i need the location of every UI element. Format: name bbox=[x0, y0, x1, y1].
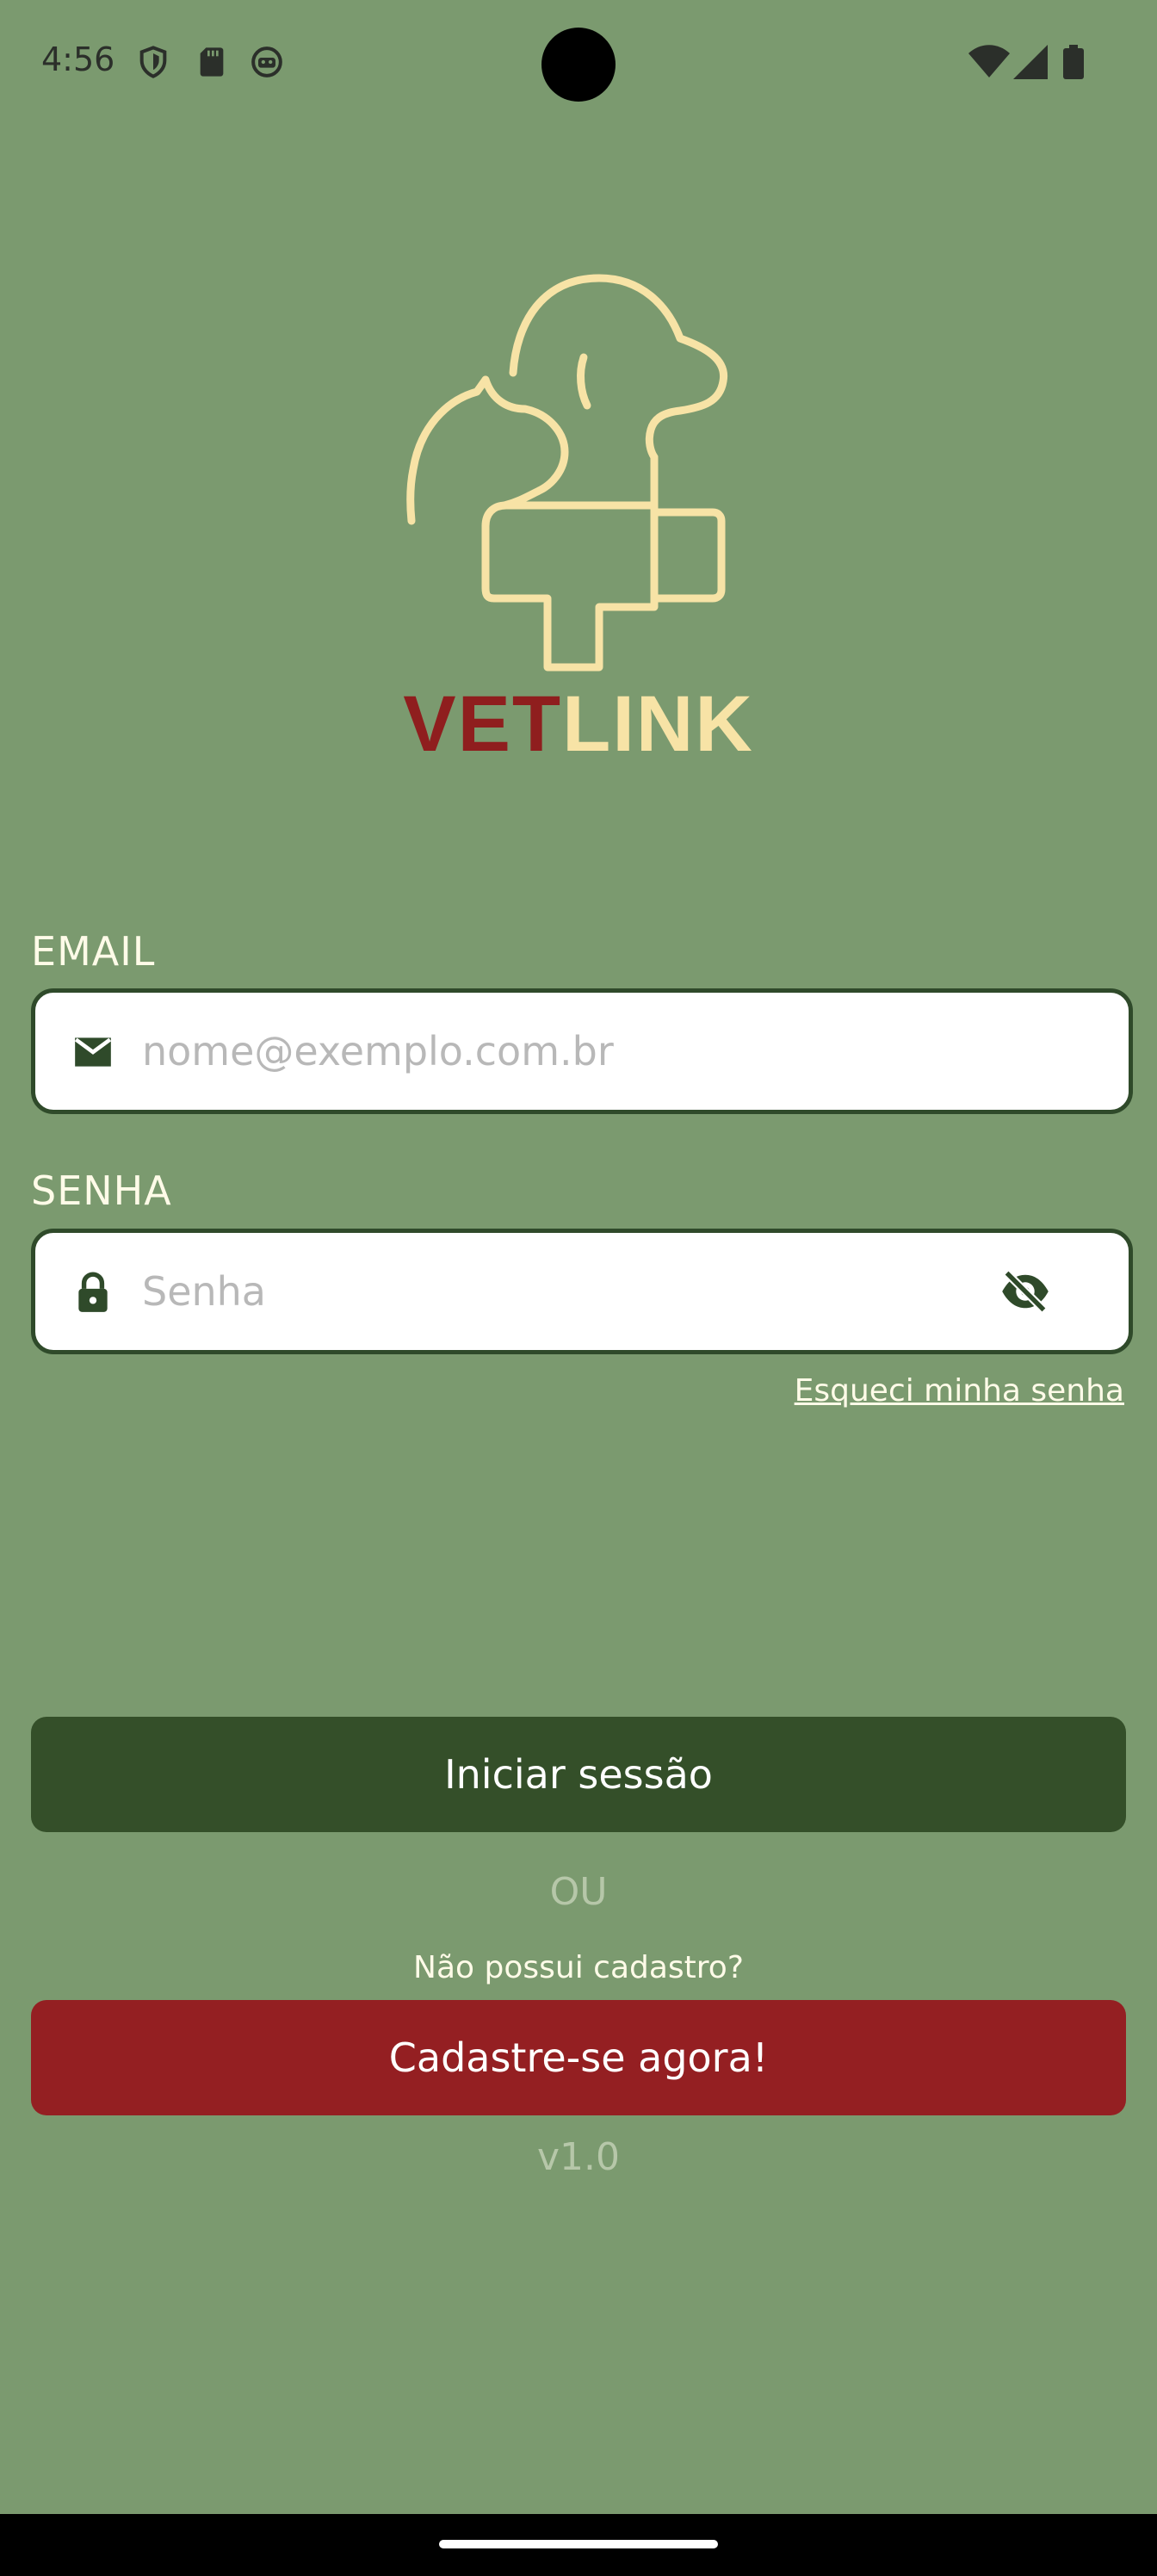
robot-icon bbox=[251, 46, 282, 77]
mail-icon bbox=[74, 1037, 112, 1067]
sd-card-icon bbox=[200, 47, 224, 77]
password-input[interactable] bbox=[142, 1233, 1003, 1350]
no-account-text: Não possui cadastro? bbox=[413, 1950, 744, 1985]
brand-wordmark: VETLINK bbox=[0, 684, 1157, 764]
vetlink-logo-icon bbox=[406, 274, 728, 672]
password-field-box[interactable] bbox=[31, 1229, 1133, 1354]
eye-off-icon[interactable] bbox=[999, 1269, 1051, 1314]
login-button[interactable]: Iniciar sessão bbox=[31, 1717, 1126, 1832]
email-input[interactable] bbox=[142, 993, 1003, 1110]
email-field-box[interactable] bbox=[31, 988, 1133, 1114]
or-divider: OU bbox=[549, 1870, 608, 1914]
front-camera bbox=[541, 28, 616, 102]
home-indicator[interactable] bbox=[439, 2540, 718, 2548]
status-time: 4:56 bbox=[41, 40, 115, 78]
signal-icon bbox=[1013, 45, 1048, 79]
lock-icon bbox=[78, 1272, 108, 1312]
email-label: EMAIL bbox=[31, 928, 156, 975]
forgot-password-link[interactable]: Esqueci minha senha bbox=[795, 1373, 1124, 1409]
version-label: v1.0 bbox=[536, 2135, 620, 2179]
brand-link: LINK bbox=[562, 680, 754, 768]
shield-icon bbox=[139, 46, 167, 78]
brand-vet: VET bbox=[403, 680, 563, 768]
wifi-icon bbox=[968, 45, 1010, 77]
password-label: SENHA bbox=[31, 1167, 172, 1214]
battery-icon bbox=[1063, 45, 1084, 79]
signup-button[interactable]: Cadastre-se agora! bbox=[31, 2000, 1126, 2115]
